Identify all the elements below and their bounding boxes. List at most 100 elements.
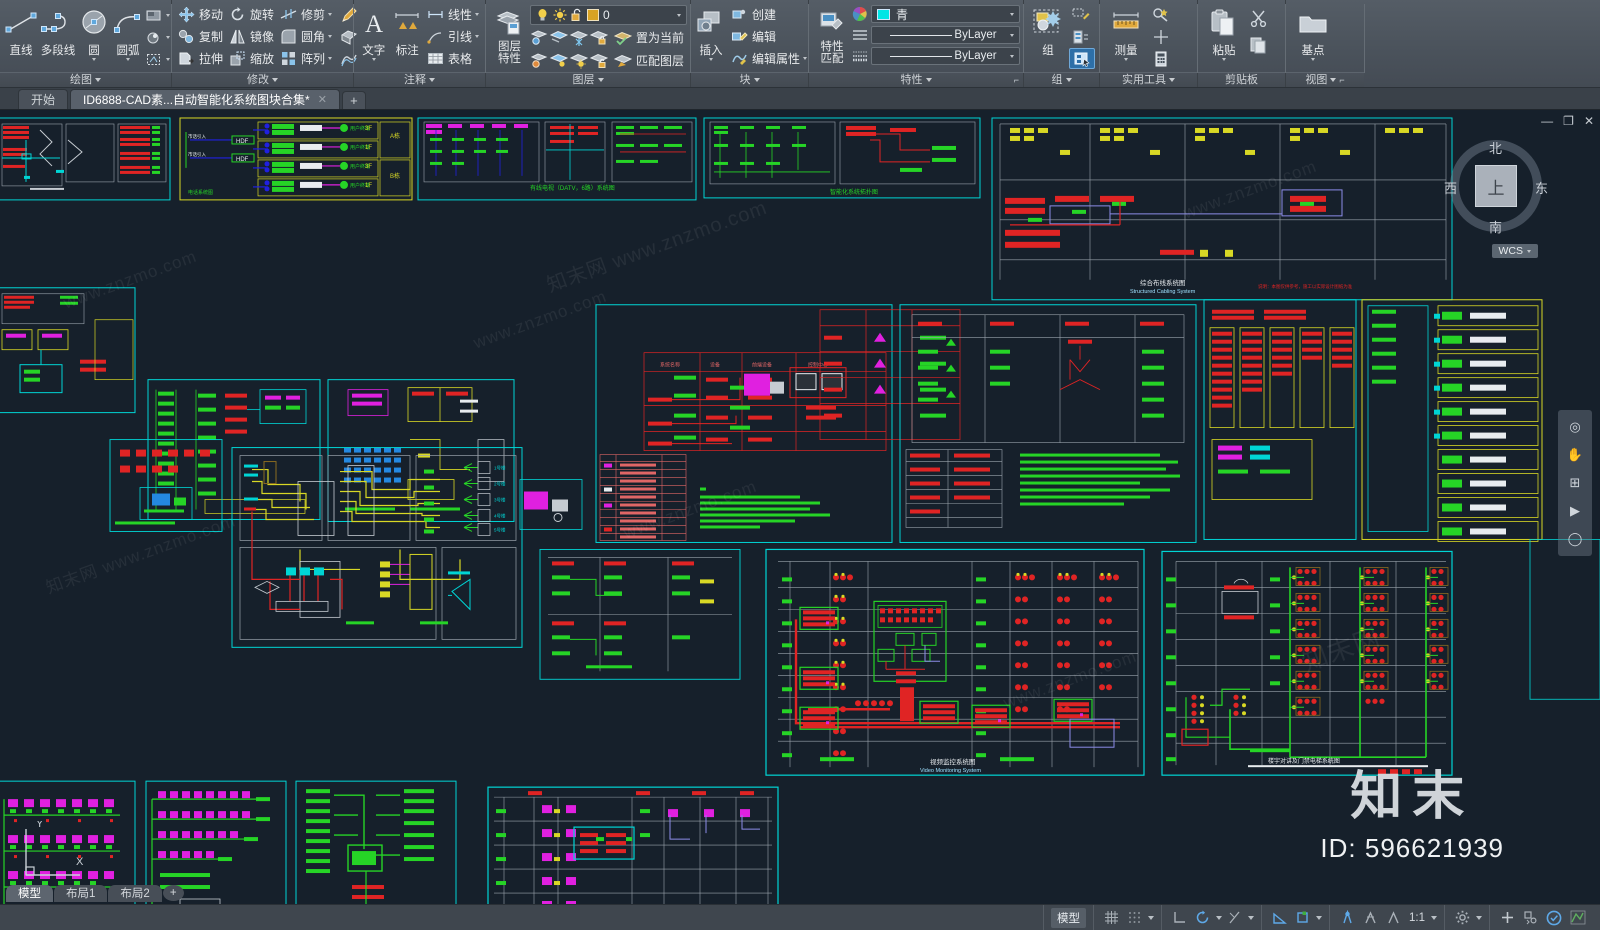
layer-thaw-icon[interactable] [570,51,589,70]
isometric-draft-toggle[interactable] [1224,908,1245,928]
layer-off-icon[interactable] [550,28,569,47]
model-space-button[interactable]: 模型 [1051,907,1086,928]
modify-mirror-button[interactable]: 镜像 [226,26,277,47]
modify-stretch-button[interactable]: 拉伸 [175,48,226,69]
modify-scale-button[interactable]: 缩放 [226,48,277,69]
chevron-down-icon[interactable] [1330,78,1337,82]
cut-button[interactable] [1247,7,1271,28]
layer-on-icon[interactable] [550,51,569,70]
layer-unisolate-icon[interactable] [530,51,549,70]
viewcube-top-face[interactable]: 上 [1475,165,1517,207]
restore-icon[interactable]: ❐ [1563,114,1574,128]
modify-array-button[interactable]: 阵列 [277,48,335,69]
annotation-dimension-button[interactable]: 标注 [390,3,423,60]
gradient-flyout[interactable] [145,27,170,47]
layer-properties-button[interactable]: 图层 特性 [489,3,530,67]
drawing-canvas[interactable]: HDF HDF 用户终端 用户终端 用户终端 用户终端 A栋 B栋 3F 1F … [0,110,1600,904]
object-snap-tracking-toggle[interactable] [1269,908,1290,928]
clean-screen-icon[interactable] [1543,908,1565,928]
add-layout-button[interactable]: + [162,885,184,901]
chevron-down-icon[interactable] [1010,12,1014,16]
panel-title-modify[interactable]: 修改 [172,72,353,87]
ungroup-button[interactable] [1069,4,1095,25]
block-edit-attribute-button[interactable]: 编辑属性 [728,48,810,69]
chevron-down-icon[interactable] [474,35,479,38]
chevron-down-icon[interactable] [925,78,932,82]
chevron-down-icon[interactable] [1010,54,1014,58]
layer-isolate-icon[interactable] [530,28,549,47]
panel-title-group[interactable]: 组 [1024,72,1099,87]
panel-title-view[interactable]: 视图 ⌐ [1286,72,1364,87]
block-edit-button[interactable]: 编辑 [728,26,810,47]
measure-button[interactable]: 测量 [1103,3,1149,63]
ortho-mode-toggle[interactable] [1169,908,1190,928]
panel-title-properties[interactable]: 特性 ⌐ [809,72,1023,87]
panel-dialog-launcher[interactable]: ⌐ [1014,73,1019,88]
draw-arc-button[interactable]: 圆弧 [111,3,145,63]
object-snap-toggle[interactable] [1292,908,1313,928]
chevron-down-icon[interactable] [92,58,96,61]
layout-tab-model[interactable]: 模型 [6,884,53,902]
chevron-down-icon[interactable] [166,13,170,17]
chevron-down-icon[interactable] [328,57,333,60]
file-tab-start[interactable]: 开始 [18,89,69,109]
chevron-down-icon[interactable] [429,78,435,82]
boundary-flyout[interactable] [145,49,170,69]
base-point-button[interactable]: 基点 [1289,3,1337,63]
panel-dialog-launcher-view[interactable]: ⌐ [1339,73,1344,88]
quick-select-button[interactable] [1149,4,1173,25]
chevron-down-icon[interactable] [1311,58,1315,61]
annotation-text-button[interactable]: A 文字 [357,3,390,63]
chevron-down-icon[interactable] [1216,915,1222,920]
draw-line-button[interactable]: 直线 [3,3,39,60]
polar-tracking-toggle[interactable] [1192,908,1213,928]
copy-clip-button[interactable] [1247,34,1271,55]
navigation-bar[interactable]: ◎ ✋ ⊞ ▶ ◯ [1558,410,1592,556]
panel-title-utilities[interactable]: 实用工具 [1100,72,1197,87]
chevron-down-icon[interactable] [597,78,604,82]
annotation-visibility-toggle[interactable] [1337,908,1358,928]
layout-tab-1[interactable]: 布局1 [54,884,108,902]
chevron-down-icon[interactable] [328,35,333,38]
point-id-button[interactable] [1149,26,1173,47]
layer-combo[interactable]: 0 [529,5,687,25]
close-icon[interactable]: ✕ [1584,114,1594,128]
viewcube[interactable]: 上 北 南 西 东 [1444,134,1548,238]
grid-display-toggle[interactable] [1101,908,1122,928]
chevron-down-icon[interactable] [166,35,170,39]
sun-icon[interactable] [553,8,567,22]
chevron-down-icon[interactable] [1124,58,1128,61]
chevron-down-icon[interactable] [1316,915,1322,920]
panel-title-annotation[interactable]: 注释 [354,72,485,87]
steering-wheel-icon[interactable]: ◎ [1563,416,1587,438]
isolate-objects-icon[interactable] [1520,908,1541,928]
draw-circle-button[interactable]: 圆 [77,3,111,63]
plus-icon[interactable] [1497,908,1518,928]
layer-lock-icon[interactable] [590,28,609,47]
modify-fillet-button[interactable]: 圆角 [277,26,335,47]
minimize-icon[interactable]: — [1541,114,1553,128]
modify-rotate-button[interactable]: 旋转 [226,4,277,25]
layer-make-current-button[interactable]: 置为当前 [612,27,687,48]
layer-match-button[interactable]: 匹配图层 [612,50,687,71]
showmotion-icon[interactable]: ◯ [1563,528,1587,550]
zoom-extents-icon[interactable]: ⊞ [1563,472,1587,494]
chevron-down-icon[interactable] [753,78,760,82]
chevron-down-icon[interactable] [1431,915,1437,920]
linetype-combo[interactable]: ByLayer [871,26,1020,44]
insert-block-button[interactable]: 插入 [694,3,728,63]
chevron-down-icon[interactable] [166,57,170,61]
close-icon[interactable]: ✕ [318,93,327,106]
chevron-down-icon[interactable] [1476,915,1482,920]
chevron-down-icon[interactable] [1065,78,1072,82]
panel-title-layers[interactable]: 图层 [486,72,690,87]
orbit-icon[interactable]: ▶ [1563,500,1587,522]
autoscale-toggle[interactable] [1360,908,1381,928]
paste-button[interactable]: 粘贴 [1201,3,1247,63]
unlock-icon[interactable] [571,8,583,22]
match-properties-button[interactable]: 特性 匹配 [812,3,852,67]
layer-freeze-icon[interactable] [570,28,589,47]
chevron-down-icon[interactable] [474,13,479,16]
chevron-down-icon[interactable] [1222,58,1226,61]
modify-move-button[interactable]: 移动 [175,4,226,25]
